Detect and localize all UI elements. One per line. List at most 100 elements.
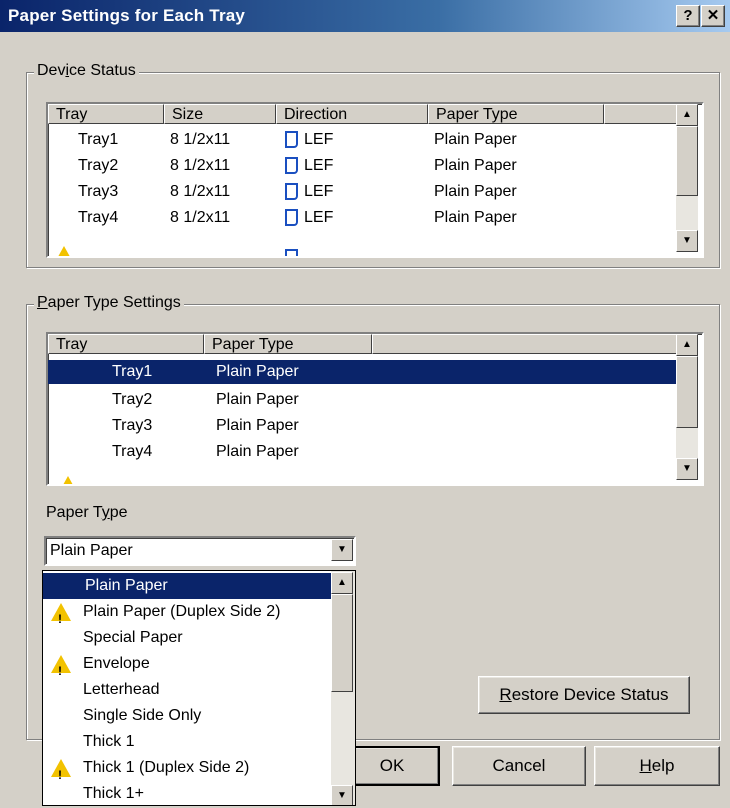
table-row[interactable]: Tray3 8 1/2x11 LEF Plain Paper bbox=[48, 180, 678, 204]
row-paper-type: Plain Paper bbox=[434, 131, 517, 148]
row-size: 8 1/2x11 bbox=[170, 183, 231, 200]
dropdown-option[interactable]: Thick 1 (Duplex Side 2) bbox=[43, 755, 331, 788]
paper-type-combo-value: Plain Paper bbox=[50, 542, 133, 559]
dropdown-option[interactable]: Envelope bbox=[43, 651, 331, 684]
arrow-down-icon: ▼ bbox=[682, 235, 692, 246]
column-blank bbox=[604, 104, 678, 124]
table-row[interactable]: Tray3 Plain Paper bbox=[48, 414, 676, 438]
device-status-legend: Device Status bbox=[34, 62, 139, 80]
device-status-scrollbar[interactable]: ▲ ▼ bbox=[676, 104, 698, 252]
row-tray: Tray3 bbox=[112, 417, 153, 434]
row-tray: Tray2 bbox=[78, 157, 119, 174]
row-direction: LEF bbox=[304, 131, 334, 148]
row-tray: Tray4 bbox=[112, 443, 153, 460]
column-tray[interactable]: Tray bbox=[48, 334, 204, 354]
arrow-up-icon: ▲ bbox=[337, 577, 347, 588]
warning-icon bbox=[51, 603, 71, 632]
arrow-down-icon: ▼ bbox=[682, 463, 692, 474]
paper-type-scrollbar[interactable]: ▲ ▼ bbox=[676, 334, 698, 480]
row-paper-type: Plain Paper bbox=[216, 443, 299, 460]
arrow-up-icon: ▲ bbox=[682, 339, 692, 350]
row-direction: LEF bbox=[304, 183, 334, 200]
row-direction: LEF bbox=[304, 209, 334, 226]
row-tray: Tray1 bbox=[78, 131, 119, 148]
scroll-up-button[interactable]: ▲ bbox=[676, 334, 698, 356]
dropdown-option[interactable]: Single Side Only bbox=[43, 703, 331, 729]
scroll-down-button[interactable]: ▼ bbox=[331, 785, 353, 805]
arrow-down-icon: ▼ bbox=[337, 790, 347, 801]
scroll-thumb[interactable] bbox=[676, 126, 698, 196]
paper-settings-dialog: Paper Settings for Each Tray ? ✕ Device … bbox=[0, 0, 730, 808]
row-paper-type: Plain Paper bbox=[216, 417, 299, 434]
device-status-list[interactable]: Tray Size Direction Paper Type Tray1 8 1… bbox=[46, 102, 704, 258]
dropdown-option[interactable]: Thick 1+ bbox=[43, 781, 331, 805]
row-tray: Tray4 bbox=[78, 209, 119, 226]
scroll-up-button[interactable]: ▲ bbox=[676, 104, 698, 126]
column-tray[interactable]: Tray bbox=[48, 104, 164, 124]
cancel-button[interactable]: Cancel bbox=[452, 746, 586, 786]
warning-icon bbox=[51, 759, 71, 788]
column-paper-type[interactable]: Paper Type bbox=[428, 104, 604, 124]
close-button[interactable]: ✕ bbox=[701, 5, 725, 27]
warning-icon bbox=[54, 246, 74, 256]
column-blank bbox=[372, 334, 678, 354]
table-row[interactable]: Tray4 8 1/2x11 LEF Plain Paper bbox=[48, 206, 678, 230]
dropdown-option[interactable]: Thick 1 bbox=[43, 729, 331, 755]
row-tray: Tray1 bbox=[112, 363, 153, 380]
warning-icon bbox=[51, 655, 71, 684]
device-status-header: Tray Size Direction Paper Type bbox=[48, 104, 678, 126]
dropdown-option[interactable]: Letterhead bbox=[43, 677, 331, 703]
dropdown-option[interactable]: Plain Paper (Duplex Side 2) bbox=[43, 599, 331, 632]
scroll-up-button[interactable]: ▲ bbox=[331, 572, 353, 594]
row-tray: Tray3 bbox=[78, 183, 119, 200]
window-title: Paper Settings for Each Tray bbox=[8, 6, 246, 25]
combo-dropdown-button[interactable]: ▼ bbox=[331, 539, 353, 561]
column-paper-type[interactable]: Paper Type bbox=[204, 334, 372, 354]
column-size[interactable]: Size bbox=[164, 104, 276, 124]
paper-type-combo[interactable]: Plain Paper ▼ bbox=[44, 536, 356, 566]
paper-type-label: Paper Type bbox=[46, 504, 128, 521]
table-row[interactable]: Tray2 8 1/2x11 LEF Plain Paper bbox=[48, 154, 678, 178]
document-lef-icon bbox=[285, 157, 298, 174]
row-size: 8 1/2x11 bbox=[170, 157, 231, 174]
row-paper-type: Plain Paper bbox=[434, 183, 517, 200]
paper-type-settings-legend: Paper Type Settings bbox=[34, 294, 184, 312]
title-bar[interactable]: Paper Settings for Each Tray ? ✕ bbox=[0, 0, 730, 32]
paper-type-list-header: Tray Paper Type bbox=[48, 334, 678, 356]
help-context-button[interactable]: ? bbox=[676, 5, 700, 27]
help-button[interactable]: Help bbox=[594, 746, 720, 786]
row-size: 8 1/2x11 bbox=[170, 131, 231, 148]
table-row[interactable]: Tray4 Plain Paper bbox=[48, 440, 676, 464]
column-direction[interactable]: Direction bbox=[276, 104, 428, 124]
row-direction: LEF bbox=[304, 157, 334, 174]
document-lef-icon bbox=[285, 209, 298, 226]
table-row-partial[interactable] bbox=[48, 232, 678, 256]
table-row-partial[interactable] bbox=[48, 464, 676, 484]
row-paper-type: Plain Paper bbox=[434, 157, 517, 174]
scroll-thumb[interactable] bbox=[331, 594, 353, 692]
restore-device-status-button[interactable]: Restore Device Status bbox=[478, 676, 690, 714]
scroll-down-button[interactable]: ▼ bbox=[676, 458, 698, 480]
row-tray: Tray2 bbox=[112, 391, 153, 408]
document-lef-icon bbox=[285, 131, 298, 148]
paper-type-list[interactable]: Tray Paper Type Tray1 Plain Paper Tray2 … bbox=[46, 332, 704, 486]
chevron-down-icon: ▼ bbox=[337, 544, 347, 555]
table-row-selected[interactable]: Tray1 Plain Paper bbox=[48, 360, 676, 384]
table-row[interactable]: Tray2 Plain Paper bbox=[48, 388, 676, 412]
ok-button[interactable]: OK bbox=[344, 746, 440, 786]
scroll-down-button[interactable]: ▼ bbox=[676, 230, 698, 252]
close-icon: ✕ bbox=[706, 7, 720, 24]
scroll-thumb[interactable] bbox=[676, 356, 698, 428]
dropdown-option[interactable]: Special Paper bbox=[43, 625, 331, 651]
table-row[interactable]: Tray1 8 1/2x11 LEF Plain Paper bbox=[48, 128, 678, 152]
arrow-up-icon: ▲ bbox=[682, 109, 692, 120]
row-size: 8 1/2x11 bbox=[170, 209, 231, 226]
dropdown-option[interactable]: Plain Paper bbox=[43, 573, 331, 599]
dropdown-scrollbar[interactable]: ▲ ▼ bbox=[331, 571, 355, 805]
row-paper-type: Plain Paper bbox=[216, 363, 299, 380]
row-paper-type: Plain Paper bbox=[434, 209, 517, 226]
document-lef-icon bbox=[285, 183, 298, 200]
row-paper-type: Plain Paper bbox=[216, 391, 299, 408]
warning-icon bbox=[58, 476, 78, 484]
paper-type-dropdown-list[interactable]: Plain Paper Plain Paper (Duplex Side 2) … bbox=[42, 570, 356, 806]
